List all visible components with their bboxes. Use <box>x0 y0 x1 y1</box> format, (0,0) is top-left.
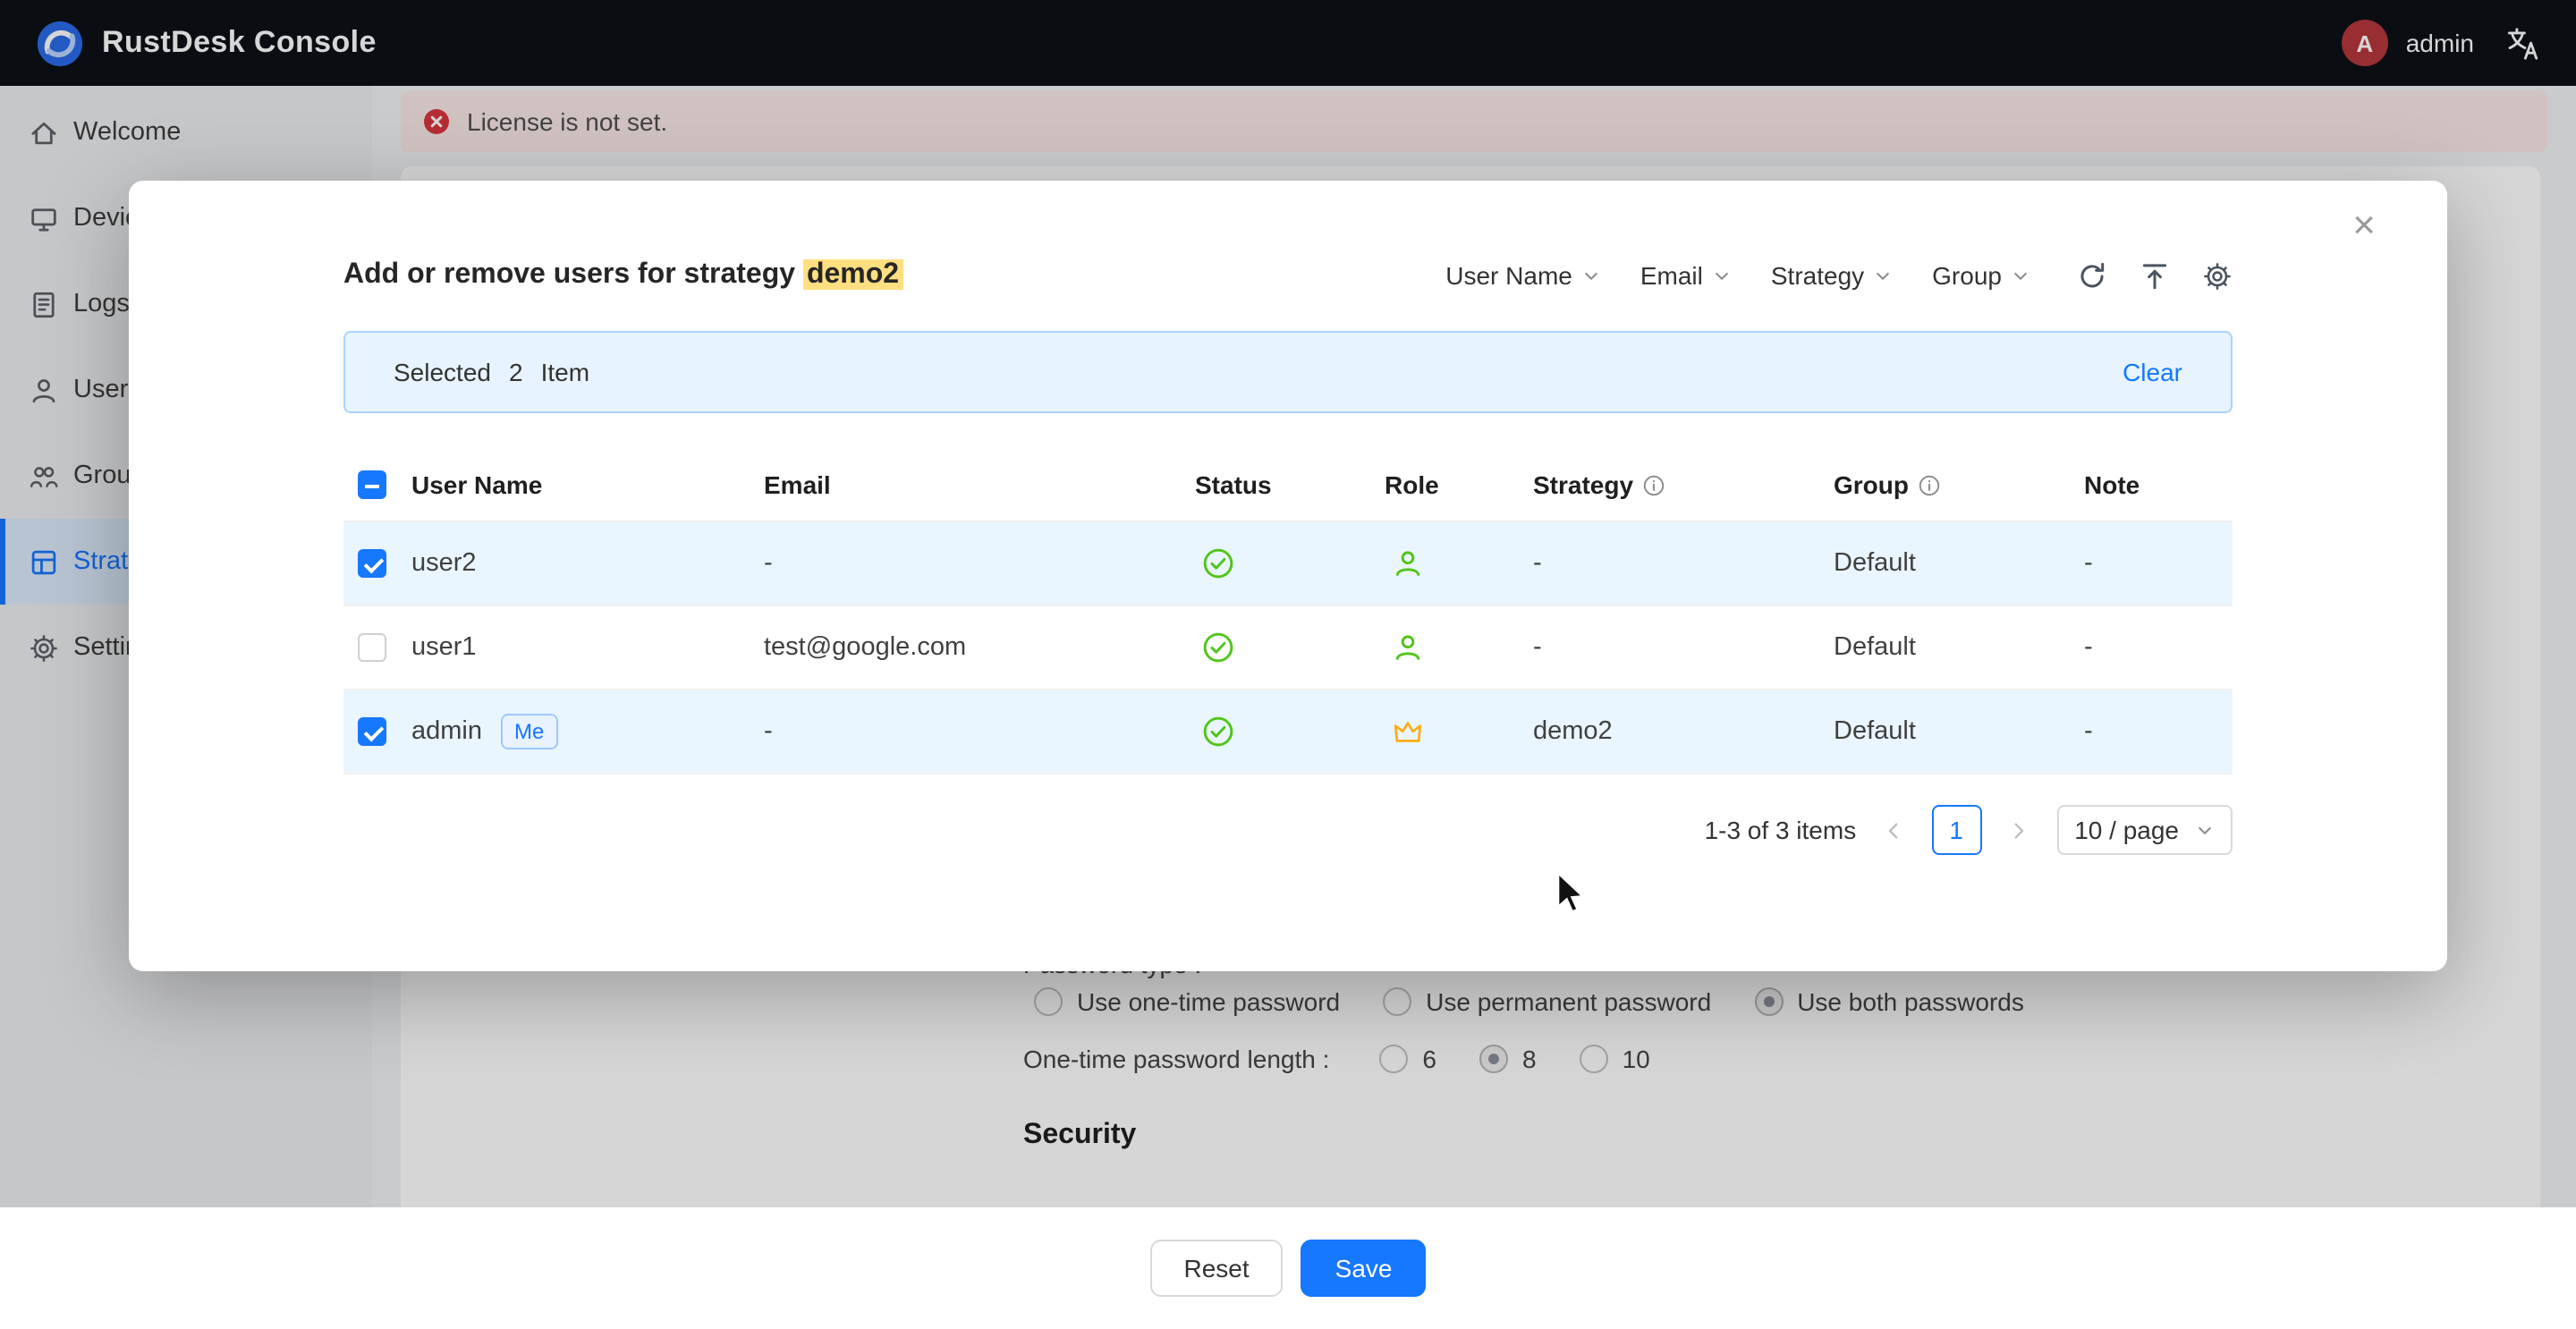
filter-label: User Name <box>1445 261 1572 290</box>
filter-group-dropdown[interactable]: Group <box>1932 261 2030 290</box>
strategy-name-highlight: demo2 <box>803 259 902 290</box>
prev-page-button[interactable] <box>1874 810 1913 850</box>
filter-label: Group <box>1932 261 2002 290</box>
cell-username: user2 <box>411 549 764 578</box>
cell-username: admin Me <box>411 715 764 749</box>
save-button[interactable]: Save <box>1301 1240 1427 1297</box>
info-icon[interactable] <box>1918 473 1941 496</box>
pagination-total: 1-3 of 3 items <box>1705 816 1857 844</box>
modal-header: Add or remove users for strategy demo2 U… <box>129 181 2447 292</box>
cell-group: Default <box>1834 549 2084 578</box>
cell-email: - <box>764 549 1195 578</box>
chevron-down-icon <box>1581 266 1601 285</box>
header-strategy: Strategy <box>1533 470 1834 499</box>
header-user-name: User Name <box>411 470 764 499</box>
selected-count: 2 <box>509 358 523 386</box>
header-group: Group <box>1834 470 2084 499</box>
page-size-value: 10 / page <box>2074 816 2179 844</box>
column-settings-gear-icon[interactable] <box>2202 260 2233 291</box>
close-icon[interactable]: × <box>2352 206 2376 245</box>
table-row-admin[interactable]: admin Me - demo2 Default - <box>343 690 2233 775</box>
modal-title-text: Add or remove users for strategy <box>343 259 803 290</box>
user-strategy-modal: × Add or remove users for strategy demo2… <box>129 181 2447 971</box>
status-ok-icon <box>1202 631 1234 664</box>
role-admin-crown-icon <box>1392 715 1424 748</box>
selection-banner: Selected 2 Item Clear <box>343 331 2233 413</box>
toolbar-icons <box>2077 260 2233 291</box>
selected-label: Selected <box>394 358 491 386</box>
select-all-checkbox[interactable] <box>358 470 386 499</box>
row-checkbox[interactable] <box>358 633 386 662</box>
username-text: admin <box>411 717 482 746</box>
header-role: Role <box>1385 470 1533 499</box>
cell-strategy: - <box>1533 549 1834 578</box>
header-group-label: Group <box>1834 470 1909 499</box>
header-email: Email <box>764 470 1195 499</box>
row-checkbox[interactable] <box>358 717 386 746</box>
role-user-icon <box>1392 631 1424 664</box>
pagination: 1-3 of 3 items 1 10 / page <box>343 805 2233 855</box>
cell-email: - <box>764 717 1195 746</box>
table-toolbar: User Name Email Strategy Group <box>1445 260 2233 291</box>
chevron-down-icon <box>1873 266 1893 285</box>
modal-title: Add or remove users for strategy demo2 <box>343 259 902 292</box>
cell-note: - <box>2084 717 2233 746</box>
info-icon[interactable] <box>1642 473 1665 496</box>
chevron-down-icon <box>2011 266 2030 285</box>
header-status: Status <box>1195 470 1385 499</box>
table-row-user2[interactable]: user2 - - Default - <box>343 522 2233 606</box>
chevron-down-icon <box>2195 820 2215 840</box>
table-header-row: User Name Email Status Role Strategy Gro… <box>343 449 2233 522</box>
role-user-icon <box>1392 547 1424 580</box>
chevron-down-icon <box>1712 266 1732 285</box>
header-checkbox-cell <box>343 470 411 499</box>
filter-strategy-dropdown[interactable]: Strategy <box>1771 261 1893 290</box>
cell-email: test@google.com <box>764 633 1195 662</box>
rustdesk-console-app: RustDesk Console A admin Welcome Devices… <box>0 0 2576 1329</box>
filter-label: Strategy <box>1771 261 1864 290</box>
users-table: User Name Email Status Role Strategy Gro… <box>343 449 2233 775</box>
filter-email-dropdown[interactable]: Email <box>1640 261 1732 290</box>
next-page-button[interactable] <box>1999 810 2038 850</box>
filter-label: Email <box>1640 261 1703 290</box>
cell-group: Default <box>1834 633 2084 662</box>
header-note: Note <box>2084 470 2233 499</box>
header-strategy-label: Strategy <box>1533 470 1633 499</box>
cell-strategy: demo2 <box>1533 717 1834 746</box>
me-badge: Me <box>500 715 558 749</box>
vertical-align-icon[interactable] <box>2140 260 2170 291</box>
page-number[interactable]: 1 <box>1931 805 1981 855</box>
cell-note: - <box>2084 633 2233 662</box>
cell-note: - <box>2084 549 2233 578</box>
row-checkbox[interactable] <box>358 549 386 578</box>
selection-summary: Selected 2 Item <box>394 358 589 386</box>
refresh-icon[interactable] <box>2077 260 2107 291</box>
clear-selection-link[interactable]: Clear <box>2123 358 2182 386</box>
filter-username-dropdown[interactable]: User Name <box>1445 261 1601 290</box>
reset-button[interactable]: Reset <box>1150 1240 1284 1297</box>
cell-strategy: - <box>1533 633 1834 662</box>
cell-group: Default <box>1834 717 2084 746</box>
status-ok-icon <box>1202 715 1234 748</box>
table-row-user1[interactable]: user1 test@google.com - Default - <box>343 606 2233 690</box>
footer-actions: Reset Save <box>0 1207 2576 1329</box>
cell-username: user1 <box>411 633 764 662</box>
page-size-select[interactable]: 10 / page <box>2056 805 2233 855</box>
status-ok-icon <box>1202 547 1234 580</box>
selected-item-label: Item <box>541 358 589 386</box>
